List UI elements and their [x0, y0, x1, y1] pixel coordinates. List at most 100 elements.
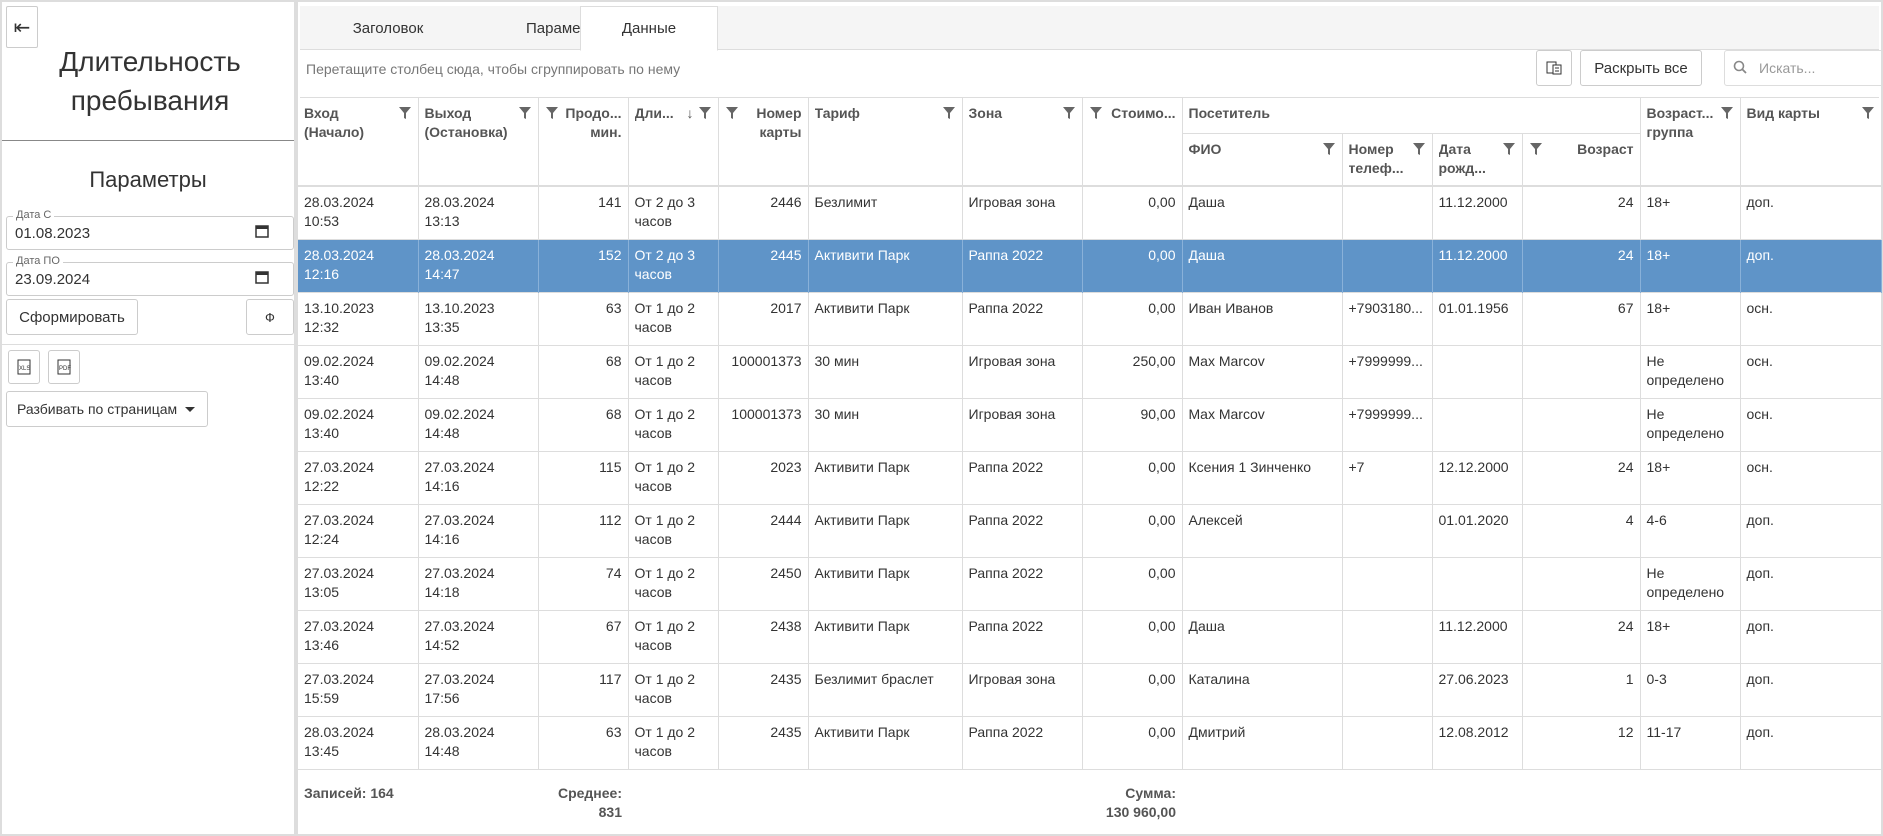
cell-cost[interactable]: 0,00	[1082, 239, 1183, 292]
cell-exit[interactable]: 13.10.2023 13:35	[418, 292, 539, 345]
cell-zone[interactable]: Игровая зона	[962, 663, 1083, 716]
cell-birth[interactable]	[1432, 557, 1523, 610]
table-row[interactable]: 28.03.2024 10:53 28.03.2024 13:13 141 От 2 …	[298, 186, 1882, 239]
cell-cost[interactable]: 0,00	[1082, 504, 1183, 557]
cell-phone[interactable]	[1342, 716, 1433, 769]
sort-desc-icon[interactable]: ↓	[687, 104, 694, 123]
cell-birth[interactable]: 12.12.2000	[1432, 451, 1523, 504]
cell-age[interactable]: 67	[1522, 292, 1641, 345]
cell-zone[interactable]: Раппа 2022	[962, 292, 1083, 345]
cell-phone[interactable]: +7	[1342, 451, 1433, 504]
cell-duration[interactable]: От 1 до 2 часов	[628, 610, 719, 663]
cell-tariff[interactable]: Активити Парк	[808, 239, 963, 292]
cell-card-type[interactable]: осн.	[1740, 292, 1882, 345]
cell-phone[interactable]: +7903180...	[1342, 292, 1433, 345]
cell-card-no[interactable]: 2444	[718, 504, 809, 557]
group-panel-hint[interactable]: Перетащите столбец сюда, чтобы сгруппиро…	[306, 61, 680, 77]
cell-phone[interactable]	[1342, 557, 1433, 610]
column-header-tariff[interactable]: Тариф	[808, 98, 963, 186]
cell-entry[interactable]: 27.03.2024 15:59	[298, 663, 419, 716]
cell-fio[interactable]: Даша	[1182, 610, 1343, 663]
table-row[interactable]: 27.03.2024 13:05 27.03.2024 14:18 74 От 1 д…	[298, 557, 1882, 610]
table-row[interactable]: 27.03.2024 15:59 27.03.2024 17:56 117 От 1 …	[298, 663, 1882, 716]
cell-birth[interactable]: 11.12.2000	[1432, 186, 1523, 239]
cell-card-type[interactable]: осн.	[1740, 451, 1882, 504]
cell-exit[interactable]: 09.02.2024 14:48	[418, 398, 539, 451]
cell-tariff[interactable]: Безлимит	[808, 186, 963, 239]
cell-fio[interactable]: Max Marcov	[1182, 398, 1343, 451]
search-input[interactable]: Искать...	[1724, 50, 1883, 86]
cell-entry[interactable]: 13.10.2023 12:32	[298, 292, 419, 345]
calendar-icon[interactable]	[255, 224, 269, 238]
cell-tariff[interactable]: Активити Парк	[808, 504, 963, 557]
cell-age[interactable]: 4	[1522, 504, 1641, 557]
cell-card-no[interactable]: 2017	[718, 292, 809, 345]
filter-icon[interactable]	[1529, 142, 1543, 156]
cell-age[interactable]	[1522, 557, 1641, 610]
form-report-button[interactable]: Сформировать	[6, 299, 138, 335]
cell-cost[interactable]: 0,00	[1082, 186, 1183, 239]
cell-entry[interactable]: 27.03.2024 12:22	[298, 451, 419, 504]
cell-fio[interactable]: Ксения 1 Зинченко	[1182, 451, 1343, 504]
export-pdf-icon[interactable]: PDF	[48, 350, 80, 384]
cell-exit[interactable]: 28.03.2024 14:48	[418, 716, 539, 769]
column-header-age-group[interactable]: Возраст... группа	[1640, 98, 1741, 186]
cell-tariff[interactable]: 30 мин	[808, 398, 963, 451]
cell-card-type[interactable]: доп.	[1740, 663, 1882, 716]
cell-minutes[interactable]: 117	[538, 663, 629, 716]
date-from-value[interactable]: 01.08.2023	[15, 225, 90, 242]
expand-all-button[interactable]: Раскрыть все	[1580, 50, 1702, 86]
column-header-birth[interactable]: Дата рожд...	[1432, 132, 1523, 186]
cell-zone[interactable]: Игровая зона	[962, 398, 1083, 451]
cell-minutes[interactable]: 63	[538, 292, 629, 345]
cell-tariff[interactable]: 30 мин	[808, 345, 963, 398]
table-row[interactable]: 09.02.2024 13:40 09.02.2024 14:48 68 От 1 д…	[298, 398, 1882, 451]
cell-duration[interactable]: От 1 до 2 часов	[628, 557, 719, 610]
cell-card-type[interactable]: доп.	[1740, 186, 1882, 239]
paging-select[interactable]: Разбивать по страницам	[6, 391, 208, 427]
cell-birth[interactable]: 01.01.2020	[1432, 504, 1523, 557]
cell-zone[interactable]: Раппа 2022	[962, 451, 1083, 504]
cell-age-group[interactable]: 11-17	[1640, 716, 1741, 769]
column-header-entry[interactable]: Вход (Начало)	[298, 98, 419, 186]
filter-icon[interactable]	[698, 106, 712, 120]
cell-age-group[interactable]: 0-3	[1640, 663, 1741, 716]
filter-icon[interactable]	[518, 106, 532, 120]
cell-fio[interactable]: Даша	[1182, 186, 1343, 239]
cell-age-group[interactable]: 18+	[1640, 610, 1741, 663]
cell-duration[interactable]: От 1 до 2 часов	[628, 292, 719, 345]
cell-entry[interactable]: 28.03.2024 10:53	[298, 186, 419, 239]
filter-icon[interactable]	[1062, 106, 1076, 120]
cell-duration[interactable]: От 1 до 2 часов	[628, 451, 719, 504]
cell-birth[interactable]: 01.01.1956	[1432, 292, 1523, 345]
column-header-age[interactable]: Возраст	[1522, 132, 1641, 186]
column-header-fio[interactable]: ФИО	[1182, 132, 1343, 186]
cell-zone[interactable]: Раппа 2022	[962, 716, 1083, 769]
cell-card-no[interactable]: 2438	[718, 610, 809, 663]
column-header-phone[interactable]: Номер телеф...	[1342, 132, 1433, 186]
filter-icon[interactable]	[1502, 142, 1516, 156]
cell-minutes[interactable]: 63	[538, 716, 629, 769]
cell-tariff[interactable]: Активити Парк	[808, 716, 963, 769]
filter-icon[interactable]	[1412, 142, 1426, 156]
cell-minutes[interactable]: 68	[538, 398, 629, 451]
cell-exit[interactable]: 28.03.2024 13:13	[418, 186, 539, 239]
cell-card-no[interactable]: 100001373	[718, 398, 809, 451]
table-row[interactable]: 27.03.2024 12:24 27.03.2024 14:16 112 От 1 …	[298, 504, 1882, 557]
column-header-duration[interactable]: Дли... ↓	[628, 98, 719, 186]
cell-age[interactable]: 1	[1522, 663, 1641, 716]
cell-exit[interactable]: 27.03.2024 14:18	[418, 557, 539, 610]
cell-minutes[interactable]: 112	[538, 504, 629, 557]
cell-minutes[interactable]: 115	[538, 451, 629, 504]
filter-icon[interactable]	[725, 106, 739, 120]
cell-minutes[interactable]: 74	[538, 557, 629, 610]
date-from-field[interactable]: Дата С 01.08.2023	[6, 209, 294, 250]
cell-exit[interactable]: 27.03.2024 14:16	[418, 451, 539, 504]
cell-zone[interactable]: Раппа 2022	[962, 239, 1083, 292]
export-excel-icon[interactable]: XLS	[8, 350, 40, 384]
cell-card-no[interactable]: 2023	[718, 451, 809, 504]
cell-cost[interactable]: 0,00	[1082, 292, 1183, 345]
cell-age-group[interactable]: Не определено	[1640, 345, 1741, 398]
cell-duration[interactable]: От 1 до 2 часов	[628, 716, 719, 769]
cell-exit[interactable]: 09.02.2024 14:48	[418, 345, 539, 398]
